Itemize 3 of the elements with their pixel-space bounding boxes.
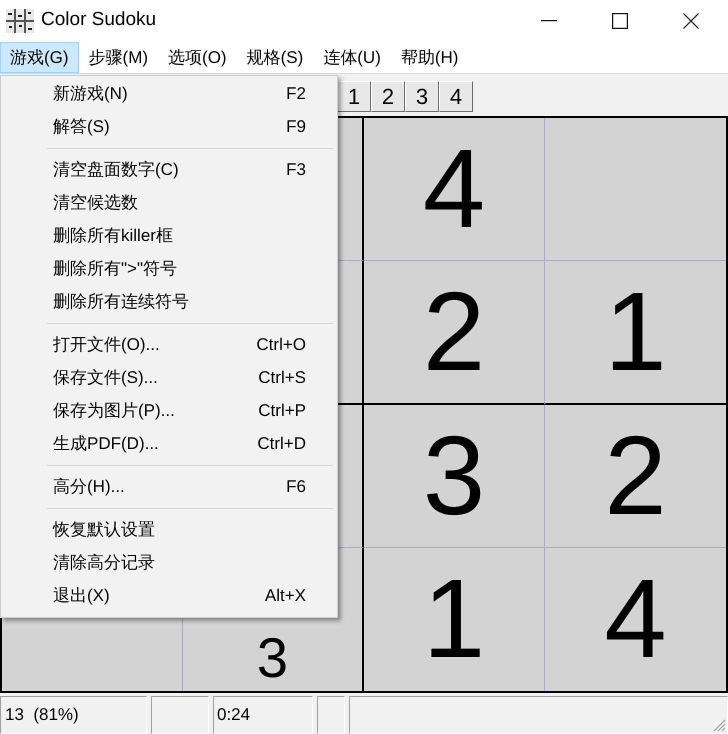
window-title: Color Sudoku [41,8,156,32]
status-panel: 0:24 [213,696,313,734]
status-panel: 13 (81%) [0,696,147,734]
